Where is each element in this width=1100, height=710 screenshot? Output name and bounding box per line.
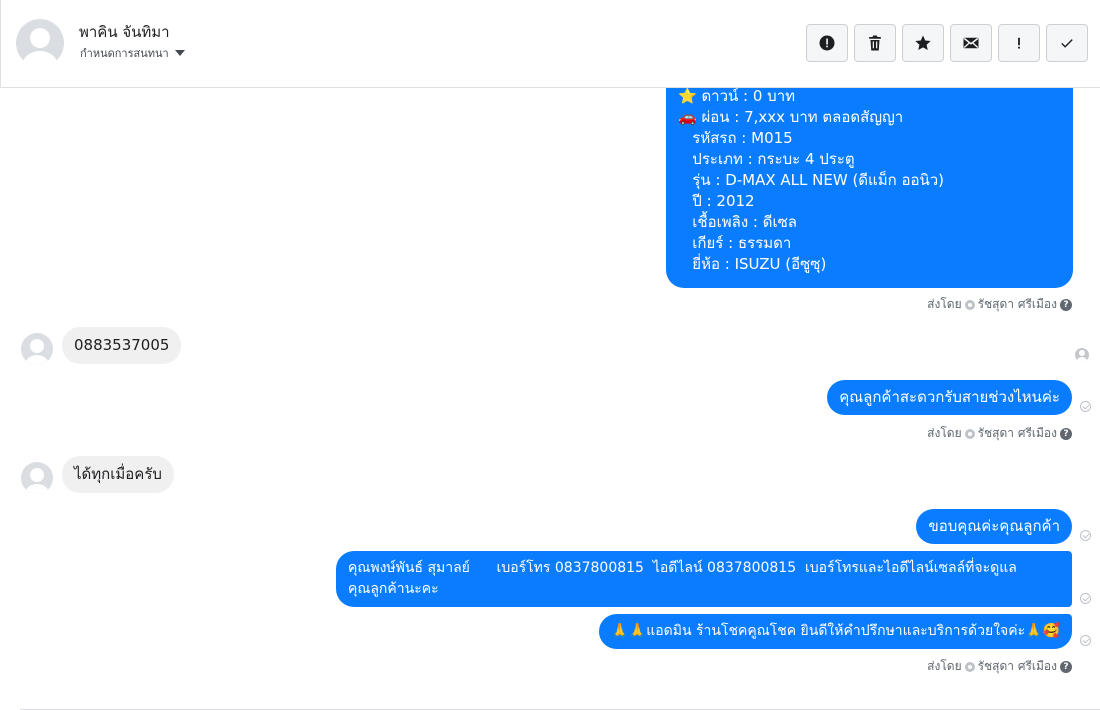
agent-avatar-icon xyxy=(964,661,975,672)
outgoing-message-contact-info[interactable]: คุณพงษ์พันธ์ สุมาลย์ เบอร์โทร 0837800815… xyxy=(336,551,1072,607)
sent-by-label: ส่งโดย รัชสุดา ศรีเมือง ? xyxy=(927,424,1072,443)
mark-unread-button[interactable] xyxy=(950,24,992,62)
contact-info-line: คุณพงษ์พันธ์ สุมาลย์ เบอร์โทร 0837800815… xyxy=(348,560,1017,576)
car-info-line: ⭐ ดาวน์ : 0 บาท xyxy=(678,88,796,105)
sent-by-label: ส่งโดย รัชสุดา ศรีเมือง ? xyxy=(927,657,1072,676)
sent-by-name[interactable]: รัชสุดา ศรีเมือง xyxy=(978,424,1057,443)
outgoing-message-car-info[interactable]: ⭐ ดาวน์ : 0 บาท 🚗 ผ่อน : 7,xxx บาท ตลอดส… xyxy=(666,88,1073,288)
help-icon[interactable]: ? xyxy=(1060,298,1072,311)
agent-avatar-icon xyxy=(964,428,975,439)
car-info-line: ยี่ห้อ : ISUZU (อีซูซุ) xyxy=(678,255,827,273)
outgoing-message-thanks[interactable]: ขอบคุณค่ะคุณลูกค้า xyxy=(916,509,1072,544)
envelope-icon xyxy=(963,37,979,49)
caret-down-icon xyxy=(174,50,185,56)
car-info-line: เกียร์ : ธรรมดา xyxy=(678,234,792,252)
outgoing-message-admin[interactable]: 🙏🙏แอดมิน ร้านโชคคูณโชค ยินดีให้คำปรึกษาแ… xyxy=(599,614,1072,649)
star-icon xyxy=(915,35,931,51)
delivered-check-icon xyxy=(1080,635,1091,646)
exclamation-icon xyxy=(1018,37,1020,49)
sent-by-prefix: ส่งโดย xyxy=(927,426,962,440)
trash-icon xyxy=(869,35,881,51)
contact-info-line: คุณลูกค้านะคะ xyxy=(348,581,439,597)
conversation-header: พาคิน จันทิมา กำหนดการสนทนา xyxy=(0,0,1100,88)
follow-up-button[interactable] xyxy=(998,24,1040,62)
agent-avatar-icon xyxy=(964,299,975,310)
spam-icon xyxy=(819,35,835,51)
delivered-check-icon xyxy=(1080,401,1091,412)
sent-by-prefix: ส่งโดย xyxy=(927,297,962,311)
outgoing-message-ask-time[interactable]: คุณลูกค้าสะดวกรับสายช่วงไหนค่ะ xyxy=(827,380,1072,415)
car-info-line: รุ่น : D-MAX ALL NEW (ดีแม็ก ออนิว) xyxy=(678,171,945,189)
car-info-line: ปี : 2012 xyxy=(678,192,755,210)
delivered-check-icon xyxy=(1080,530,1091,541)
sent-by-name[interactable]: รัชสุดา ศรีเมือง xyxy=(978,657,1057,676)
car-info-line: 🚗 ผ่อน : 7,xxx บาท ตลอดสัญญา xyxy=(678,108,904,126)
sent-by-prefix: ส่งโดย xyxy=(927,659,962,673)
check-icon xyxy=(1061,39,1073,48)
mark-spam-button[interactable] xyxy=(806,24,848,62)
message-thread: ⭐ ดาวน์ : 0 บาท 🚗 ผ่อน : 7,xxx บาท ตลอดส… xyxy=(0,88,1100,710)
contact-avatar[interactable] xyxy=(16,19,64,67)
car-info-line: รหัสรถ : M015 xyxy=(678,129,793,147)
sent-by-name[interactable]: รัชสุดา ศรีเมือง xyxy=(978,295,1057,314)
help-icon[interactable]: ? xyxy=(1060,427,1072,440)
delivered-check-icon xyxy=(1080,593,1091,604)
sent-by-label: ส่งโดย รัชสุดา ศรีเมือง ? xyxy=(927,295,1072,314)
car-info-line: ประเภท : กระบะ 4 ประตู xyxy=(678,150,855,168)
assign-conversation-dropdown[interactable]: กำหนดการสนทนา xyxy=(80,44,185,62)
incoming-message-phone[interactable]: 0883537005 xyxy=(62,327,182,364)
customer-avatar[interactable] xyxy=(21,462,53,494)
mark-done-button[interactable] xyxy=(1046,24,1088,62)
contact-name[interactable]: พาคิน จันทิมา xyxy=(79,20,170,44)
seen-avatar-icon xyxy=(1075,348,1089,362)
help-icon[interactable]: ? xyxy=(1060,660,1072,673)
assign-conversation-label: กำหนดการสนทนา xyxy=(80,47,169,60)
star-button[interactable] xyxy=(902,24,944,62)
delete-button[interactable] xyxy=(854,24,896,62)
car-info-line: เชื้อเพลิง : ดีเซล xyxy=(678,213,797,231)
conversation-toolbar xyxy=(806,24,1088,62)
incoming-message-anytime[interactable]: ได้ทุกเมื่อครับ xyxy=(62,456,174,493)
customer-avatar[interactable] xyxy=(21,333,53,365)
